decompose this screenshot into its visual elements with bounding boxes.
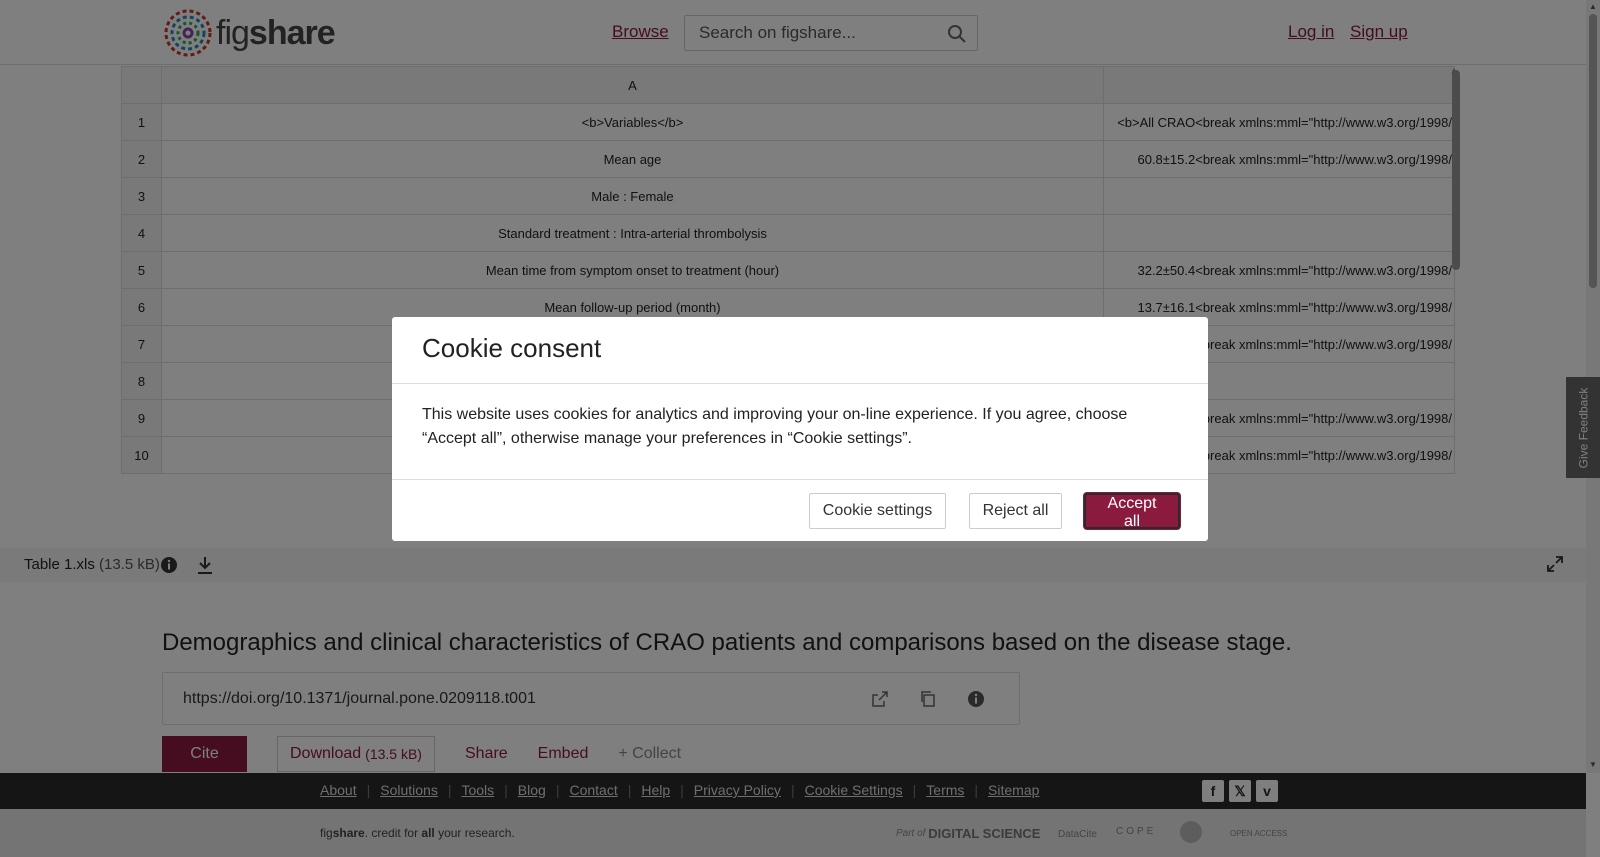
accept-all-button[interactable]: Accept all [1084, 493, 1180, 530]
reject-all-button[interactable]: Reject all [969, 493, 1062, 529]
dialog-body: This website uses cookies for analytics … [422, 406, 1128, 447]
cookie-consent-dialog: Cookie consent This website uses cookies… [392, 317, 1208, 541]
modal-backdrop: Cookie consent This website uses cookies… [0, 0, 1600, 857]
dialog-title: Cookie consent [422, 333, 602, 363]
cookie-settings-button[interactable]: Cookie settings [809, 493, 946, 529]
divider [392, 383, 1208, 384]
divider [392, 479, 1208, 480]
